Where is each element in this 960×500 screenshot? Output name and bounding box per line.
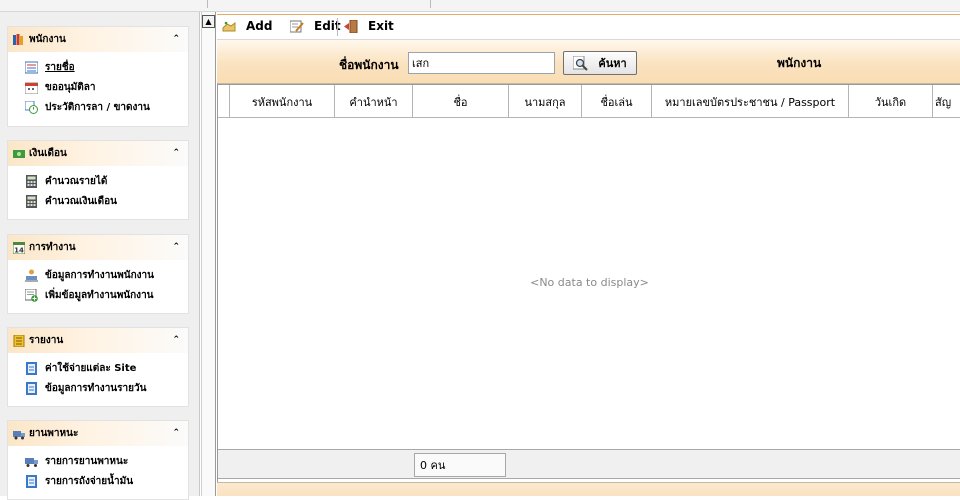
top-strip	[0, 0, 960, 12]
search-button[interactable]: ค้นหา	[563, 51, 637, 75]
employee-name-label: ชื่อพนักงาน	[339, 58, 399, 72]
column-header[interactable]: นามสกุล	[509, 85, 582, 118]
sidebar-item-label: ค่าใช้จ่ายแต่ละ Site	[45, 362, 137, 374]
money-icon	[13, 149, 25, 158]
panel-work: 14 การทำงาน ⌃ ข้อมูลการทำงานพนักงาน เพิ่…	[7, 234, 189, 314]
report-book-icon	[26, 361, 37, 375]
panel-header[interactable]: 14 การทำงาน ⌃	[8, 235, 188, 260]
add-record-icon	[25, 288, 38, 302]
no-data-text: <No data to display>	[530, 276, 649, 289]
search-bar: ชื่อพนักงาน ค้นหา พนักงาน	[217, 40, 960, 84]
truck-icon	[25, 457, 38, 467]
sidebar-item-site-expense[interactable]: ค่าใช้จ่ายแต่ละ Site	[25, 358, 188, 378]
add-hand-icon	[222, 21, 236, 31]
column-header[interactable]: ชื่อเล่น	[582, 85, 652, 118]
svg-text:14: 14	[14, 246, 24, 254]
grid-body: <No data to display>	[218, 118, 960, 449]
edit-icon	[290, 20, 304, 32]
sidebar-item-add-work-info[interactable]: เพิ่มข้อมูลทำงานพนักงาน	[25, 285, 188, 305]
sidebar-item-label: ข้อมูลการทำงานรายวัน	[45, 382, 147, 394]
sidebar-item-label: รายการยานพาหนะ	[45, 455, 129, 467]
search-button-label: ค้นหา	[598, 57, 627, 70]
panel-title: เงินเดือน	[29, 148, 67, 159]
chevron-up-icon[interactable]: ⌃	[172, 333, 180, 347]
sidebar-item-work-info[interactable]: ข้อมูลการทำงานพนักงาน	[25, 265, 188, 285]
chevron-up-icon[interactable]: ⌃	[172, 146, 180, 160]
chevron-up-icon[interactable]: ⌃	[172, 32, 180, 46]
add-button[interactable]: Add	[222, 19, 272, 33]
sidebar-item-label: ประวัติการลา / ขาดงาน	[45, 101, 150, 113]
column-header[interactable]: รหัสพนักงาน	[230, 85, 335, 118]
calculator-icon	[26, 174, 37, 188]
panel-title: พนักงาน	[29, 34, 66, 45]
add-label: Add	[246, 19, 273, 33]
panel-header[interactable]: พนักงาน ⌃	[8, 27, 188, 52]
sidebar: พนักงาน ⌃ รายชื่อ ขออนุมัติลา ประวัติการ…	[0, 12, 200, 500]
history-icon	[25, 100, 38, 114]
exit-button[interactable]: Exit	[344, 19, 394, 33]
toolbar-separator	[337, 18, 338, 36]
sidebar-item-label: ขออนุมัติลา	[45, 81, 96, 93]
sidebar-item-daily-work[interactable]: ข้อมูลการทำงานรายวัน	[25, 378, 188, 398]
edit-button[interactable]: Edit	[290, 19, 341, 33]
sidebar-item-label: คำนวณรายได้	[45, 175, 108, 187]
panel-title: ยานพาหนะ	[29, 428, 79, 439]
sidebar-item-leave-history[interactable]: ประวัติการลา / ขาดงาน	[25, 97, 188, 117]
sidebar-item-label: รายชื่อ	[45, 61, 75, 73]
panel-vehicle: ยานพาหนะ ⌃ รายการยานพาหนะ รายการถังจ่ายน…	[7, 420, 189, 500]
list-icon	[25, 61, 38, 73]
sidebar-item-employee-list[interactable]: รายชื่อ	[25, 57, 188, 77]
report-book-icon	[26, 381, 37, 395]
report-icon	[13, 334, 25, 347]
calendar-icon	[25, 82, 38, 94]
toolbar: Add Edit Exit	[217, 14, 960, 40]
panel-salary: เงินเดือน ⌃ คำนวณรายได้ คำนวณเงินเดือน	[7, 140, 189, 220]
sidebar-item-vehicle-list[interactable]: รายการยานพาหนะ	[25, 451, 188, 471]
sidebar-item-calc-income[interactable]: คำนวณรายได้	[25, 171, 188, 191]
column-header[interactable]: หมายเลขบัตรประชาชน / Passport	[652, 85, 849, 118]
sidebar-item-label: คำนวณเงินเดือน	[45, 195, 117, 207]
fuel-book-icon	[26, 474, 37, 488]
worker-icon	[25, 269, 38, 281]
column-header[interactable]: ชื่อ	[413, 85, 509, 118]
panel-report: รายงาน ⌃ ค่าใช้จ่ายแต่ละ Site ข้อมูลการท…	[7, 327, 189, 407]
chevron-up-icon[interactable]: ⌃	[172, 426, 180, 440]
sidebar-item-leave-request[interactable]: ขออนุมัติลา	[25, 77, 188, 97]
employee-count: 0 คน	[414, 453, 506, 477]
column-header[interactable]: วันเกิด	[849, 85, 933, 118]
employee-name-input[interactable]	[408, 52, 555, 74]
sidebar-item-calc-salary[interactable]: คำนวณเงินเดือน	[25, 191, 188, 211]
panel-header[interactable]: ยานพาหนะ ⌃	[8, 421, 188, 446]
grid-footer: 0 คน	[218, 449, 960, 479]
panel-header[interactable]: รายงาน ⌃	[8, 328, 188, 353]
row-indicator-header	[218, 85, 230, 118]
panel-title: การทำงาน	[29, 242, 76, 253]
panel-header[interactable]: เงินเดือน ⌃	[8, 141, 188, 166]
section-title: พนักงาน	[777, 56, 822, 70]
exit-label: Exit	[368, 19, 394, 33]
search-icon	[573, 55, 589, 71]
panel-employee: พนักงาน ⌃ รายชื่อ ขออนุมัติลา ประวัติการ…	[7, 26, 189, 127]
sidebar-item-label: เพิ่มข้อมูลทำงานพนักงาน	[45, 289, 154, 301]
exit-door-icon	[344, 19, 358, 33]
sidebar-item-label: ข้อมูลการทำงานพนักงาน	[45, 269, 154, 281]
calendar-14-icon: 14	[13, 241, 25, 254]
sidebar-item-fuel-tank-list[interactable]: รายการถังจ่ายน้ำมัน	[25, 471, 188, 491]
employee-grid: รหัสพนักงาน คำนำหน้า ชื่อ นามสกุล ชื่อเล…	[217, 84, 960, 482]
sidebar-item-label: รายการถังจ่ายน้ำมัน	[45, 475, 134, 487]
truck-icon	[13, 430, 25, 439]
bottom-band	[217, 482, 960, 496]
column-header[interactable]: สัญ	[933, 85, 960, 118]
sidebar-scrollbar[interactable]: ▲	[201, 12, 216, 496]
grid-header: รหัสพนักงาน คำนำหน้า ชื่อ นามสกุล ชื่อเล…	[218, 84, 960, 118]
calculator-icon	[26, 194, 37, 208]
books-icon	[13, 33, 23, 45]
column-header[interactable]: คำนำหน้า	[335, 85, 413, 118]
panel-title: รายงาน	[29, 335, 64, 346]
chevron-up-icon[interactable]: ⌃	[172, 240, 180, 254]
scroll-up-arrow-icon[interactable]: ▲	[202, 15, 215, 28]
